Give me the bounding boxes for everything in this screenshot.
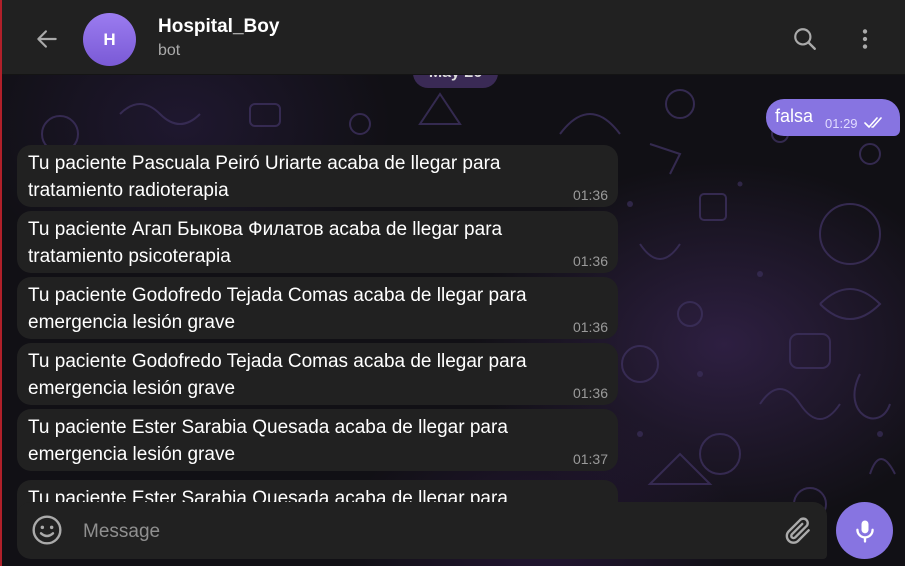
message-text: Tu paciente Ester Sarabia Quesada acaba …	[28, 417, 508, 465]
message-time: 01:36	[572, 253, 608, 269]
message-input[interactable]	[81, 519, 765, 545]
incoming-message[interactable]: Tu paciente Godofredo Tejada Comas acaba…	[17, 277, 618, 339]
incoming-message[interactable]: Tu paciente Ester Sarabia Quesada acaba …	[17, 409, 618, 471]
voice-record-button[interactable]	[836, 502, 893, 559]
message-text: Tu paciente Агап Быкова Филатов acaba de…	[28, 219, 503, 267]
message-text: Tu paciente Godofredo Tejada Comas acaba…	[28, 285, 527, 333]
message-text: falsa	[775, 106, 814, 126]
arrow-left-icon	[37, 30, 57, 48]
search-icon	[794, 28, 816, 50]
incoming-message[interactable]: Tu paciente Агап Быкова Филатов acaba de…	[17, 211, 618, 273]
more-vertical-icon	[862, 29, 868, 49]
back-button[interactable]	[30, 22, 64, 56]
message-time: 01:36	[572, 187, 608, 203]
message-time: 01:36	[572, 385, 608, 401]
chat-header: H Hospital_Boy bot	[0, 0, 905, 75]
double-check-icon	[864, 117, 882, 128]
message-time: 01:37	[572, 451, 608, 467]
message-time: 01:29	[825, 116, 858, 131]
message-time: 01:36	[572, 319, 608, 335]
emoji-icon[interactable]	[31, 514, 63, 546]
search-button[interactable]	[788, 22, 822, 56]
paperclip-icon[interactable]	[782, 515, 814, 547]
more-options-button[interactable]	[848, 22, 882, 56]
incoming-message[interactable]: Tu paciente Godofredo Tejada Comas acaba…	[17, 343, 618, 405]
chat-subtitle: bot	[158, 42, 181, 59]
message-text: Tu paciente Godofredo Tejada Comas acaba…	[28, 351, 527, 399]
outgoing-message[interactable]: falsa 01:29	[766, 99, 900, 136]
message-composer	[17, 502, 827, 559]
avatar[interactable]: H	[83, 13, 136, 66]
incoming-message[interactable]: Tu paciente Pascuala Peiró Uriarte acaba…	[17, 145, 618, 207]
microphone-icon	[855, 520, 874, 543]
message-text: Tu paciente Pascuala Peiró Uriarte acaba…	[28, 153, 501, 201]
chat-title[interactable]: Hospital_Boy	[158, 16, 279, 38]
